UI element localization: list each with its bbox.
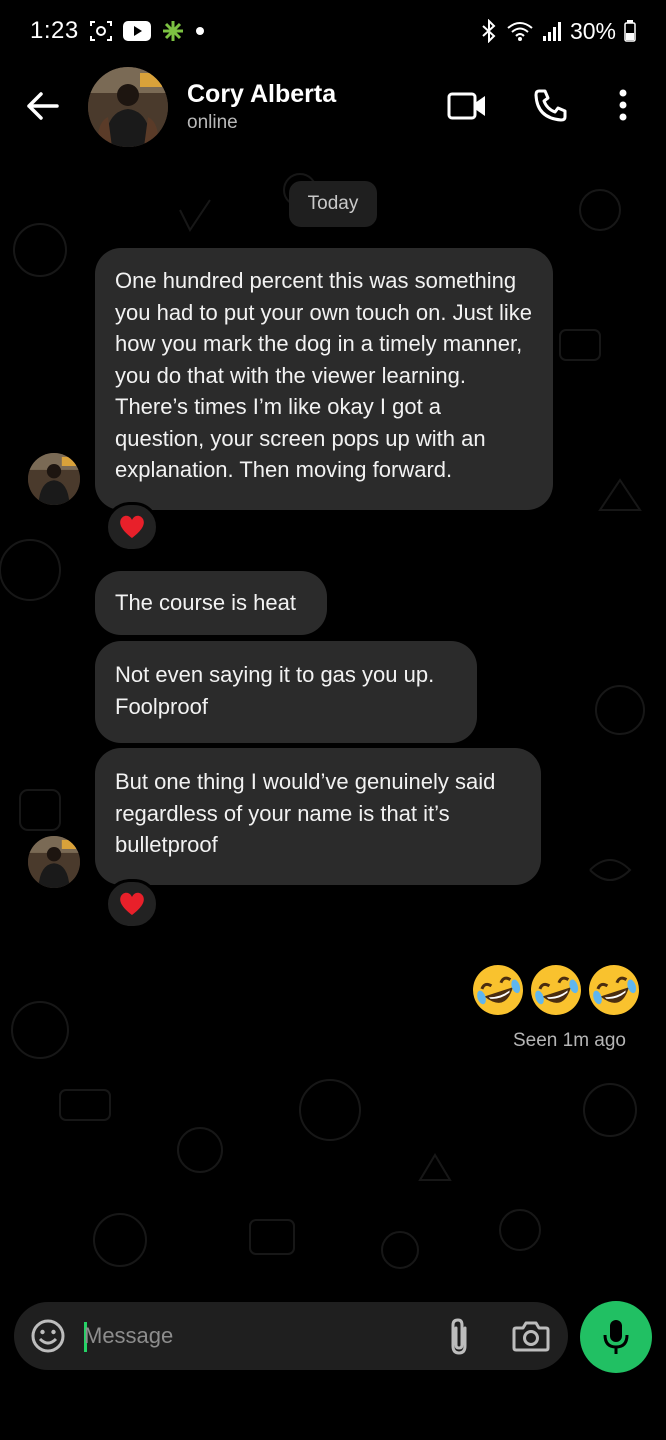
camera-button[interactable] bbox=[512, 1318, 550, 1354]
incoming-message[interactable]: One hundred percent this was something y… bbox=[95, 248, 553, 510]
back-arrow-icon bbox=[27, 92, 59, 120]
video-call-icon bbox=[447, 92, 485, 120]
message-reaction[interactable] bbox=[105, 879, 159, 929]
incoming-message[interactable]: Not even saying it to gas you up. Foolpr… bbox=[95, 641, 477, 743]
seen-status: Seen 1m ago bbox=[512, 1030, 626, 1051]
voice-call-button[interactable] bbox=[530, 84, 572, 126]
contact-avatar[interactable] bbox=[88, 67, 168, 147]
laughing-emoji-icon bbox=[589, 965, 639, 1015]
back-button[interactable] bbox=[22, 86, 62, 126]
attach-icon bbox=[451, 1318, 467, 1355]
more-options-button[interactable] bbox=[610, 84, 636, 126]
bluetooth-icon bbox=[480, 19, 498, 43]
phone-icon bbox=[534, 89, 567, 122]
status-time: 1:23 bbox=[30, 17, 79, 44]
laughing-emoji-icon bbox=[473, 965, 523, 1015]
contact-status: online bbox=[187, 112, 238, 133]
mic-icon bbox=[603, 1320, 629, 1354]
notification-dot-icon bbox=[195, 26, 205, 36]
more-vert-icon bbox=[619, 89, 627, 121]
message-composer bbox=[14, 1302, 568, 1370]
signal-icon bbox=[542, 20, 562, 42]
laughing-emoji-icon bbox=[531, 965, 581, 1015]
youtube-icon bbox=[122, 21, 151, 41]
camera-icon bbox=[512, 1321, 550, 1352]
battery-icon bbox=[624, 20, 636, 42]
incoming-message[interactable]: But one thing I would’ve genuinely said … bbox=[95, 748, 541, 885]
date-separator: Today bbox=[289, 181, 377, 227]
wifi-icon bbox=[506, 20, 534, 42]
sender-avatar[interactable] bbox=[28, 453, 80, 505]
chat-header: Cory Alberta online bbox=[0, 62, 666, 152]
incoming-message[interactable]: The course is heat bbox=[95, 571, 327, 635]
emoji-icon bbox=[31, 1319, 65, 1353]
message-input[interactable] bbox=[84, 1316, 424, 1356]
voice-message-button[interactable] bbox=[580, 1301, 652, 1373]
video-call-button[interactable] bbox=[446, 86, 488, 126]
screenshot-icon bbox=[89, 20, 113, 42]
status-bar: 1:23 30% bbox=[0, 0, 666, 62]
attach-button[interactable] bbox=[444, 1316, 474, 1356]
app-leaf-icon bbox=[161, 19, 185, 43]
outgoing-emoji-message[interactable] bbox=[470, 962, 642, 1018]
emoji-button[interactable] bbox=[30, 1318, 66, 1354]
heart-icon bbox=[120, 892, 144, 915]
heart-icon bbox=[120, 515, 144, 538]
battery-percent: 30% bbox=[569, 17, 616, 44]
sender-avatar[interactable] bbox=[28, 836, 80, 888]
contact-name[interactable]: Cory Alberta bbox=[187, 80, 336, 109]
message-reaction[interactable] bbox=[105, 502, 159, 552]
